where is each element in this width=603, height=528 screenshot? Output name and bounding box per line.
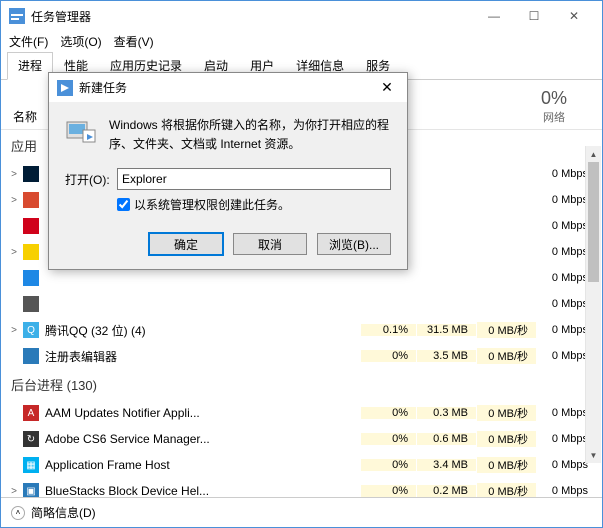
expand-icon[interactable]: >: [7, 247, 21, 258]
cpu-cell: 0%: [360, 485, 416, 497]
app-icon: ↻: [23, 431, 39, 447]
run-large-icon: [65, 116, 97, 148]
app-icon: [23, 166, 39, 182]
process-name: Application Frame Host: [45, 458, 360, 472]
app-icon: A: [23, 405, 39, 421]
process-name: BlueStacks Block Device Hel...: [45, 484, 360, 497]
table-row[interactable]: 0 Mbps: [1, 291, 602, 317]
tab-processes[interactable]: 进程: [7, 52, 53, 80]
cpu-cell: 0%: [360, 407, 416, 419]
expand-icon[interactable]: >: [7, 486, 21, 497]
scroll-thumb[interactable]: [588, 162, 599, 282]
memory-cell: 0.2 MB: [416, 485, 476, 497]
expand-icon[interactable]: >: [7, 325, 21, 336]
app-icon: ▦: [23, 457, 39, 473]
scroll-track[interactable]: [586, 162, 601, 447]
minimize-button[interactable]: —: [474, 2, 514, 30]
admin-checkbox-text: 以系统管理权限创建此任务。: [134, 196, 290, 213]
chevron-up-icon[interactable]: ˄: [11, 506, 25, 520]
app-icon: [23, 244, 39, 260]
disk-cell: 0 MB/秒: [476, 405, 536, 421]
ok-button[interactable]: 确定: [149, 233, 223, 255]
cpu-cell: 0%: [360, 433, 416, 445]
admin-checkbox[interactable]: [117, 198, 130, 211]
browse-button[interactable]: 浏览(B)...: [317, 233, 391, 255]
app-icon: [23, 218, 39, 234]
table-row[interactable]: >Q腾讯QQ (32 位) (4)0.1%31.5 MB0 MB/秒0 Mbps: [1, 317, 602, 343]
process-name: 注册表编辑器: [45, 348, 360, 365]
table-row[interactable]: A AAM Updates Notifier Appli...0%0.3 MB0 …: [1, 400, 602, 426]
app-icon: [23, 348, 39, 364]
dialog-close-button[interactable]: ✕: [375, 79, 399, 96]
dialog-titlebar[interactable]: 新建任务 ✕: [49, 73, 407, 102]
app-icon: [23, 192, 39, 208]
cancel-button[interactable]: 取消: [233, 233, 307, 255]
memory-cell: 31.5 MB: [416, 324, 476, 336]
process-name: Adobe CS6 Service Manager...: [45, 432, 360, 446]
group-background: 后台进程 (130): [1, 369, 602, 400]
network-percent: 0%: [514, 88, 594, 109]
scroll-down-icon[interactable]: ▼: [586, 447, 601, 463]
app-icon: ▣: [23, 483, 39, 497]
cpu-cell: 0%: [360, 459, 416, 471]
cpu-cell: 0%: [360, 350, 416, 362]
expand-icon[interactable]: >: [7, 169, 21, 180]
disk-cell: 0 MB/秒: [476, 457, 536, 473]
expand-icon[interactable]: >: [7, 195, 21, 206]
app-icon: Q: [23, 322, 39, 338]
table-row[interactable]: ▦Application Frame Host0%3.4 MB0 MB/秒0 M…: [1, 452, 602, 478]
menubar: 文件(F) 选项(O) 查看(V): [1, 31, 602, 52]
new-task-dialog: 新建任务 ✕ Windows 将根据你所键入的名称，为你打开相应的程序、文件夹、…: [48, 72, 408, 270]
dialog-message: Windows 将根据你所键入的名称，为你打开相应的程序、文件夹、文档或 Int…: [109, 116, 391, 154]
admin-checkbox-label[interactable]: 以系统管理权限创建此任务。: [117, 196, 391, 213]
process-name: AAM Updates Notifier Appli...: [45, 406, 360, 420]
footer: ˄ 简略信息(D): [1, 497, 602, 527]
scroll-up-icon[interactable]: ▲: [586, 146, 601, 162]
app-icon: [23, 296, 39, 312]
disk-cell: 0 MB/秒: [476, 431, 536, 447]
disk-cell: 0 MB/秒: [476, 483, 536, 497]
memory-cell: 0.3 MB: [416, 407, 476, 419]
footer-label[interactable]: 简略信息(D): [31, 504, 96, 521]
menu-options[interactable]: 选项(O): [60, 33, 101, 50]
table-row[interactable]: 注册表编辑器0%3.5 MB0 MB/秒0 Mbps: [1, 343, 602, 369]
process-name: 腾讯QQ (32 位) (4): [45, 322, 360, 339]
menu-view[interactable]: 查看(V): [114, 33, 154, 50]
table-row[interactable]: >▣ BlueStacks Block Device Hel...0%0.2 MB…: [1, 478, 602, 497]
run-icon: [57, 80, 73, 96]
col-network[interactable]: 0% 网络: [514, 88, 594, 125]
disk-cell: 0 MB/秒: [476, 322, 536, 338]
network-label: 网络: [514, 109, 594, 125]
memory-cell: 3.4 MB: [416, 459, 476, 471]
open-input[interactable]: [117, 168, 391, 190]
memory-cell: 0.6 MB: [416, 433, 476, 445]
maximize-button[interactable]: ☐: [514, 2, 554, 30]
app-icon: [9, 8, 25, 24]
titlebar[interactable]: 任务管理器 — ☐ ✕: [1, 1, 602, 31]
network-cell: 0 Mbps: [536, 485, 596, 497]
vertical-scrollbar[interactable]: ▲ ▼: [585, 146, 601, 463]
window-title: 任务管理器: [31, 8, 474, 25]
cpu-cell: 0.1%: [360, 324, 416, 336]
dialog-title: 新建任务: [79, 79, 375, 96]
memory-cell: 3.5 MB: [416, 350, 476, 362]
app-icon: [23, 270, 39, 286]
close-button[interactable]: ✕: [554, 2, 594, 30]
table-row[interactable]: ↻ Adobe CS6 Service Manager...0%0.6 MB0 M…: [1, 426, 602, 452]
open-label: 打开(O):: [65, 171, 117, 188]
menu-file[interactable]: 文件(F): [9, 33, 48, 50]
disk-cell: 0 MB/秒: [476, 348, 536, 364]
